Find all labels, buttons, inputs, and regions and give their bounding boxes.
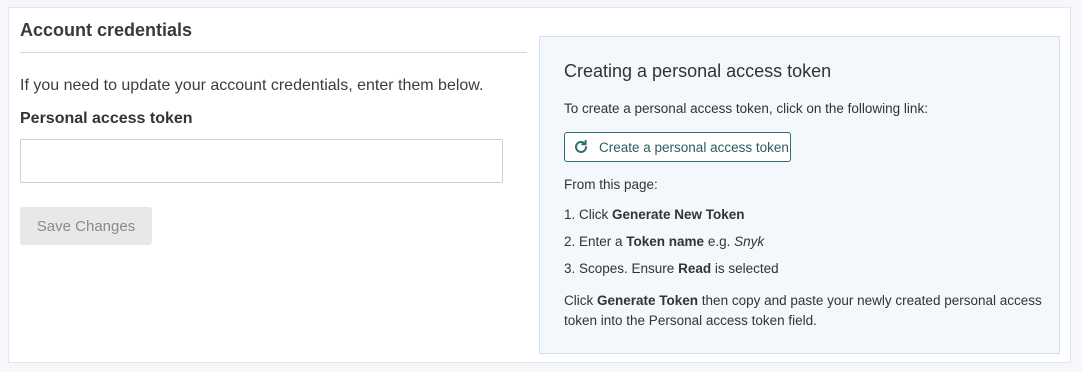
credentials-panel: Account credentials If you need to updat… [8, 7, 1071, 363]
token-field-label: Personal access token [20, 110, 193, 127]
create-token-link-label: Create a personal access token [599, 139, 789, 155]
intro-text: If you need to update your account crede… [20, 77, 484, 94]
save-changes-button[interactable]: Save Changes [20, 207, 152, 245]
refresh-icon [573, 139, 589, 155]
help-instruction: To create a personal access token, click… [564, 101, 928, 116]
page-title: Account credentials [20, 20, 193, 40]
step-1: 1. Click Generate New Token [564, 207, 745, 222]
help-footer: Click Generate Token then copy and paste… [564, 293, 1042, 328]
help-box: Creating a personal access token To crea… [539, 36, 1060, 354]
step-3: 3. Scopes. Ensure Read is selected [564, 261, 779, 276]
step-2-example: Snyk [734, 234, 765, 249]
help-title: Creating a personal access token [564, 61, 832, 81]
create-token-link[interactable]: Create a personal access token [564, 132, 791, 162]
from-page-text: From this page: [564, 177, 658, 192]
step-1-action: Generate New Token [612, 207, 745, 222]
step-3-scope: Read [678, 261, 712, 276]
footer-action: Generate Token [597, 293, 699, 308]
step-2-field: Token name [626, 234, 705, 249]
personal-access-token-input[interactable] [20, 139, 503, 183]
title-divider [20, 52, 527, 53]
step-2: 2. Enter a Token name e.g. Snyk [564, 234, 765, 249]
